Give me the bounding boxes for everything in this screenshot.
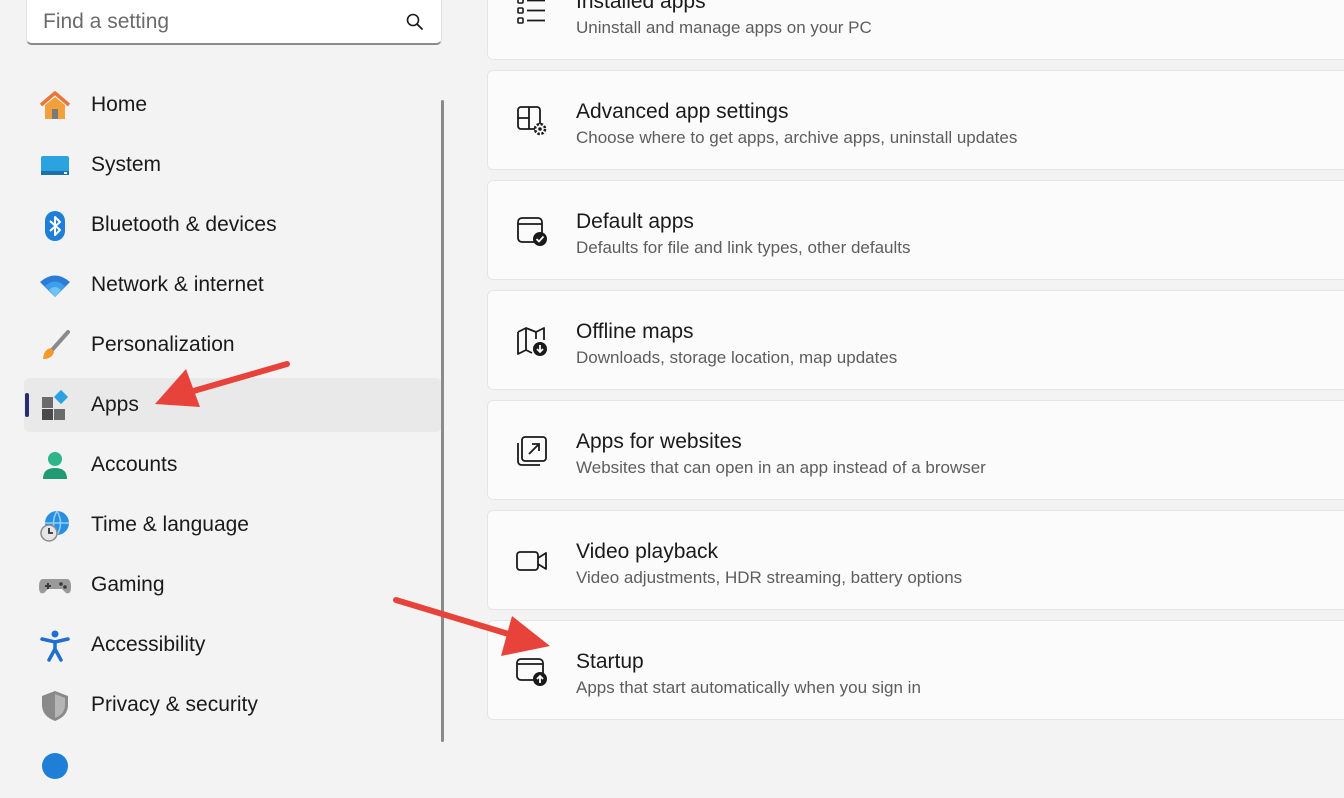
- card-offline-maps[interactable]: Offline maps Downloads, storage location…: [487, 290, 1344, 390]
- gamepad-icon: [38, 569, 72, 603]
- sidebar-item-label: Accounts: [91, 453, 178, 476]
- sidebar-item-label: Bluetooth & devices: [91, 213, 277, 236]
- update-icon: [38, 749, 72, 783]
- map-download-icon: [517, 327, 547, 356]
- sidebar-item-personalization[interactable]: Personalization: [24, 318, 442, 372]
- card-title: Advanced app settings: [576, 100, 789, 123]
- card-subtitle: Apps that start automatically when you s…: [576, 678, 921, 697]
- sidebar-item-label: Time & language: [91, 513, 249, 536]
- sidebar-item-label: Home: [91, 93, 148, 116]
- card-apps-for-websites[interactable]: Apps for websites Websites that can open…: [487, 400, 1344, 500]
- sidebar-item-accounts[interactable]: Accounts: [24, 438, 442, 492]
- card-title: Installed apps: [576, 0, 706, 13]
- card-advanced-app-settings[interactable]: Advanced app settings Choose where to ge…: [487, 70, 1344, 170]
- card-subtitle: Video adjustments, HDR streaming, batter…: [576, 568, 963, 587]
- card-subtitle: Uninstall and manage apps on your PC: [576, 18, 872, 37]
- sidebar-item-label: Network & internet: [91, 273, 264, 296]
- search-box[interactable]: [26, 0, 442, 45]
- card-video-playback[interactable]: Video playback Video adjustments, HDR st…: [487, 510, 1344, 610]
- card-title: Apps for websites: [576, 430, 742, 453]
- brush-icon: [38, 329, 72, 363]
- account-icon: [38, 449, 72, 483]
- apps-settings-list: Installed apps Uninstall and manage apps…: [487, 0, 1344, 730]
- default-apps-icon: [517, 217, 547, 246]
- sidebar-item-network[interactable]: Network & internet: [24, 258, 442, 312]
- wifi-icon: [38, 269, 72, 303]
- apps-icon: [38, 389, 72, 423]
- sidebar-item-windows-update[interactable]: [24, 738, 442, 792]
- sidebar-item-home[interactable]: Home: [24, 78, 442, 132]
- sidebar-scrollbar[interactable]: [441, 100, 444, 742]
- search-icon[interactable]: [405, 12, 425, 32]
- card-startup[interactable]: Startup Apps that start automatically wh…: [487, 620, 1344, 720]
- sidebar-item-label: Privacy & security: [91, 693, 258, 716]
- card-subtitle: Choose where to get apps, archive apps, …: [576, 128, 1018, 147]
- card-title: Startup: [576, 650, 644, 673]
- card-installed-apps[interactable]: Installed apps Uninstall and manage apps…: [487, 0, 1344, 60]
- search-input[interactable]: [41, 1, 385, 43]
- sidebar-nav: Home System Bluetooth & devices Network …: [24, 78, 442, 798]
- card-title: Video playback: [576, 540, 719, 563]
- card-subtitle: Defaults for file and link types, other …: [576, 238, 911, 257]
- list-icon: [517, 0, 545, 24]
- video-camera-icon: [516, 551, 547, 571]
- app-settings-icon: [517, 106, 547, 136]
- card-subtitle: Websites that can open in an app instead…: [576, 458, 986, 477]
- card-default-apps[interactable]: Default apps Defaults for file and link …: [487, 180, 1344, 280]
- shield-icon: [38, 689, 72, 723]
- selection-indicator: [25, 393, 29, 417]
- sidebar-item-bluetooth[interactable]: Bluetooth & devices: [24, 198, 442, 252]
- sidebar-item-system[interactable]: System: [24, 138, 442, 192]
- sidebar-item-label: System: [91, 153, 162, 176]
- bluetooth-icon: [38, 209, 72, 243]
- open-external-icon: [517, 436, 547, 466]
- sidebar-item-apps[interactable]: Apps: [24, 378, 442, 432]
- startup-icon: [516, 658, 547, 686]
- sidebar-item-label: Gaming: [91, 573, 165, 596]
- card-subtitle: Downloads, storage location, map updates: [576, 348, 898, 367]
- accessibility-icon: [38, 629, 72, 663]
- sidebar-item-label: Apps: [91, 393, 139, 416]
- sidebar-item-label: Accessibility: [91, 633, 206, 656]
- home-icon: [38, 89, 72, 123]
- sidebar-item-gaming[interactable]: Gaming: [24, 558, 442, 612]
- sidebar-item-time-language[interactable]: Time & language: [24, 498, 442, 552]
- sidebar-item-label: Personalization: [91, 333, 235, 356]
- system-icon: [38, 149, 72, 183]
- card-title: Default apps: [576, 210, 694, 233]
- card-title: Offline maps: [576, 320, 694, 343]
- sidebar-item-accessibility[interactable]: Accessibility: [24, 618, 442, 672]
- globe-clock-icon: [38, 509, 72, 543]
- sidebar-item-privacy-security[interactable]: Privacy & security: [24, 678, 442, 732]
